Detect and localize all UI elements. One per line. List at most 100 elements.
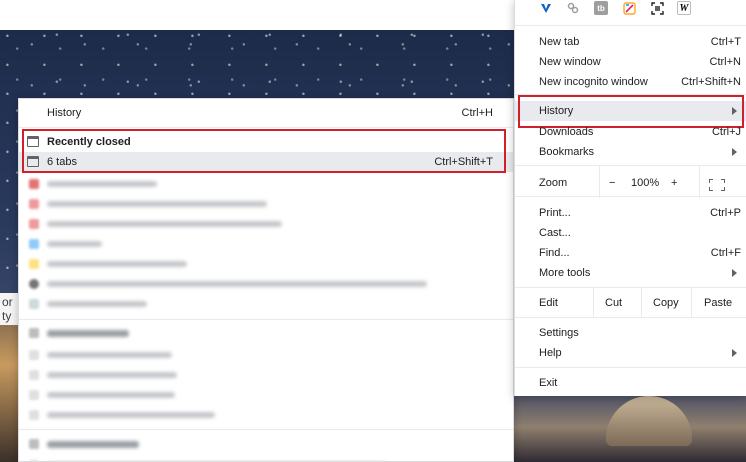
new-incognito-label: New incognito window xyxy=(539,76,648,88)
chevron-right-icon xyxy=(732,269,737,277)
blurred-text xyxy=(47,330,129,337)
link-icon[interactable] xyxy=(566,1,580,15)
favicon-icon xyxy=(29,410,39,420)
blurred-text xyxy=(47,372,177,378)
history-entry[interactable] xyxy=(19,345,513,365)
history-entry[interactable] xyxy=(19,234,513,254)
zoom-label: Zoom xyxy=(539,177,568,189)
find-shortcut: Ctrl+F xyxy=(710,247,741,259)
downloads-item[interactable]: Downloads Ctrl+J xyxy=(515,122,746,142)
background-dome xyxy=(606,396,692,446)
blurred-text xyxy=(47,201,267,207)
more-tools-item[interactable]: More tools xyxy=(515,263,746,283)
menu-divider xyxy=(515,367,746,368)
help-label: Help xyxy=(539,347,562,359)
bookmarks-item[interactable]: Bookmarks xyxy=(515,142,746,162)
zoom-separator xyxy=(599,166,600,198)
menu-divider xyxy=(515,165,746,166)
new-tab-label: New tab xyxy=(539,36,580,48)
history-entry[interactable] xyxy=(19,254,513,274)
chrome-main-menu: tb W New tab Ctrl+T New window Ctrl+N Ne… xyxy=(514,0,746,396)
settings-label: Settings xyxy=(539,327,579,339)
tab-icon xyxy=(29,439,39,449)
zoom-separator xyxy=(699,166,700,198)
more-tools-label: More tools xyxy=(539,267,591,279)
bookmarks-label: Bookmarks xyxy=(539,146,595,158)
search-hint-text: or ty xyxy=(0,293,20,325)
blurred-text xyxy=(47,301,147,307)
find-label: Find... xyxy=(539,247,570,259)
menu-divider xyxy=(515,25,746,26)
favicon-icon xyxy=(29,370,39,380)
tb-icon[interactable]: tb xyxy=(594,1,608,15)
zoom-row: Zoom − 100% + xyxy=(515,166,746,198)
new-window-item[interactable]: New window Ctrl+N xyxy=(515,52,746,72)
edit-row: Edit Cut Copy Paste xyxy=(515,287,746,317)
favicon-icon xyxy=(29,179,39,189)
vivaldi-icon[interactable] xyxy=(539,1,553,15)
print-item[interactable]: Print... Ctrl+P xyxy=(515,203,746,223)
history-full-item[interactable]: History Ctrl+H xyxy=(19,103,513,123)
favicon-icon xyxy=(29,239,39,249)
scan-icon[interactable] xyxy=(650,1,664,15)
history-full-shortcut: Ctrl+H xyxy=(461,107,493,119)
cast-label: Cast... xyxy=(539,227,571,239)
w-icon[interactable]: W xyxy=(677,1,691,15)
favicon-icon xyxy=(29,390,39,400)
exit-label: Exit xyxy=(539,377,558,389)
favicon-icon xyxy=(29,199,39,209)
history-entry[interactable] xyxy=(19,405,513,425)
blurred-text xyxy=(47,441,139,448)
history-entry[interactable] xyxy=(19,174,513,194)
history-entry[interactable] xyxy=(19,194,513,214)
submenu-divider xyxy=(19,429,513,430)
new-window-shortcut: Ctrl+N xyxy=(709,56,741,68)
blurred-text xyxy=(47,181,157,187)
zoom-out-button[interactable]: − xyxy=(609,177,615,189)
new-tab-item[interactable]: New tab Ctrl+T xyxy=(515,32,746,52)
find-item[interactable]: Find... Ctrl+F xyxy=(515,243,746,263)
new-tab-shortcut: Ctrl+T xyxy=(710,36,741,48)
history-entry[interactable] xyxy=(19,274,513,294)
edit-label: Edit xyxy=(539,297,558,309)
blurred-text xyxy=(47,241,102,247)
zoom-in-button[interactable]: + xyxy=(671,177,677,189)
downloads-label: Downloads xyxy=(539,126,594,138)
history-entry[interactable] xyxy=(19,294,513,314)
blurred-text xyxy=(47,412,215,418)
blurred-text xyxy=(47,261,187,267)
history-entry[interactable] xyxy=(19,214,513,234)
history-entry[interactable] xyxy=(19,455,513,461)
history-group-heading xyxy=(19,323,513,343)
favicon-icon xyxy=(29,350,39,360)
edit-separator xyxy=(691,287,692,317)
copy-button[interactable]: Copy xyxy=(653,297,679,309)
edit-image-icon[interactable] xyxy=(622,1,636,15)
history-full-label: History xyxy=(47,107,82,119)
history-submenu: History Ctrl+H Recently closed 6 tabs Ct… xyxy=(18,98,514,462)
submenu-divider xyxy=(19,319,513,320)
chevron-right-icon xyxy=(732,349,737,357)
background-city-right xyxy=(514,392,746,462)
history-entry[interactable] xyxy=(19,365,513,385)
cut-button[interactable]: Cut xyxy=(605,297,622,309)
blurred-text xyxy=(47,392,175,398)
settings-item[interactable]: Settings xyxy=(515,323,746,343)
paste-button[interactable]: Paste xyxy=(704,297,732,309)
history-entry[interactable] xyxy=(19,385,513,405)
fullscreen-icon[interactable] xyxy=(709,179,725,191)
menu-divider xyxy=(515,196,746,197)
new-window-label: New window xyxy=(539,56,601,68)
zoom-level: 100% xyxy=(631,177,660,189)
help-item[interactable]: Help xyxy=(515,343,746,363)
favicon-icon xyxy=(29,279,39,289)
history-group-heading xyxy=(19,434,513,454)
exit-item[interactable]: Exit xyxy=(515,373,746,393)
cast-item[interactable]: Cast... xyxy=(515,223,746,243)
print-shortcut: Ctrl+P xyxy=(710,207,741,219)
downloads-shortcut: Ctrl+J xyxy=(711,126,741,138)
edit-separator xyxy=(593,287,594,317)
edit-separator xyxy=(641,287,642,317)
new-incognito-item[interactable]: New incognito window Ctrl+Shift+N xyxy=(515,72,746,92)
blurred-text xyxy=(47,281,427,287)
